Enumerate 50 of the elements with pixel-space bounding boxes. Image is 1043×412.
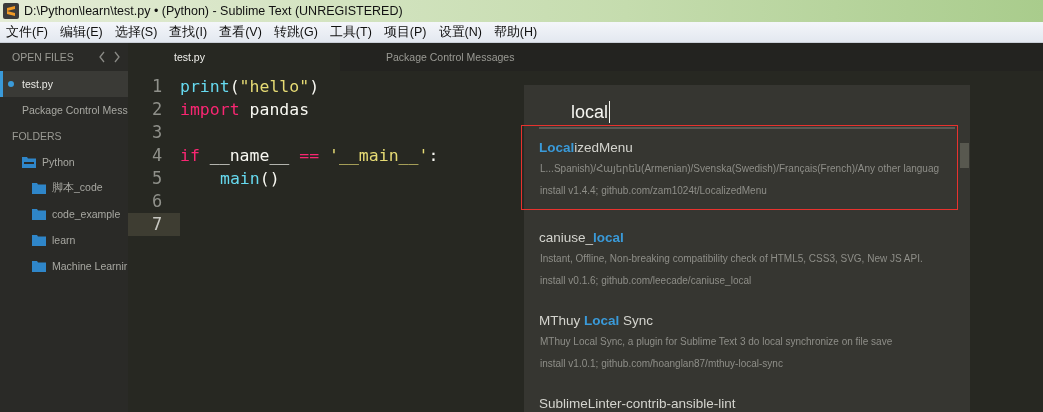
folder-item[interactable]: code_example	[52, 208, 121, 220]
section-heading: FOLDERS	[12, 130, 62, 142]
folder-item[interactable]: Machine Learnir	[52, 260, 128, 272]
menu-item[interactable]: 编辑(E)	[53, 23, 109, 41]
code-line: main()	[220, 169, 280, 188]
app-logo-icon	[3, 3, 19, 19]
folder-icon	[32, 260, 46, 272]
line-number: 7	[128, 213, 180, 236]
menu-item[interactable]: 查看(V)	[213, 23, 268, 41]
menu-item[interactable]: 工具(T)	[323, 23, 378, 41]
folder-icon	[32, 208, 46, 220]
menu-item[interactable]: 帮助(H)	[487, 23, 544, 41]
line-number: 6	[151, 190, 164, 213]
package-name[interactable]: MThuy Local Sync	[539, 313, 654, 328]
line-number: 4	[151, 144, 164, 167]
folder-item[interactable]: Python	[42, 156, 75, 168]
menu-item[interactable]: 转跳(G)	[267, 23, 324, 41]
code-line: print("hello")	[180, 77, 320, 96]
folder-icon	[32, 182, 46, 194]
package-install-info: install v1.4.4; github.com/zam1024t/LocalizedMenu	[539, 184, 767, 198]
line-number: 3	[151, 121, 164, 144]
code-line: import pandas	[180, 100, 310, 119]
folder-item[interactable]: learn	[52, 234, 76, 246]
menu-item[interactable]: 查找(I)	[163, 23, 214, 41]
menu-item[interactable]: 选择(S)	[108, 23, 164, 41]
tab[interactable]: Package Control Messages	[340, 43, 520, 71]
menu-item[interactable]: 文件(F)	[0, 23, 54, 41]
window-title: D:\Python\learn\test.py • (Python) - Sublime Text (UNREGISTERED)	[24, 4, 403, 18]
folder-item[interactable]: 脚本_code	[52, 181, 103, 195]
open-file-item[interactable]: test.py	[0, 71, 128, 97]
line-number: 1	[151, 75, 164, 98]
open-file-item[interactable]: Package Control Mess	[0, 97, 128, 123]
code-line: if __name__ == '__main__':	[180, 146, 439, 165]
scrollbar-thumb[interactable]	[960, 143, 969, 168]
package-description: MThuy Local Sync, a plugin for Sublime Text 3 do local synchronize on file save	[539, 335, 893, 349]
package-name[interactable]: caniuse_local	[539, 230, 624, 245]
package-description: L...Spanish)/Հայերեն(Armenian)/Svenska(Swedish)/Français(French)/Any other languag	[539, 162, 939, 176]
line-number: 5	[151, 167, 164, 190]
package-name[interactable]: SublimeLinter-contrib-ansible-lint	[539, 396, 736, 411]
section-heading: OPEN FILES	[12, 51, 75, 63]
package-description: Instant, Offline, Non-breaking compatibility check of HTML5, CSS3, SVG, New JS API.	[539, 252, 923, 266]
menu-item[interactable]: 项目(P)	[377, 23, 433, 41]
package-install-info: install v1.0.1; github.com/hoanglan87/mthuy-local-sync	[539, 357, 783, 371]
package-name[interactable]: LocalizedMenu	[539, 140, 633, 155]
menu-item[interactable]: 设置(N)	[432, 23, 488, 41]
tab[interactable]: test.py	[128, 43, 340, 71]
package-install-info: install v0.1.6; github.com/leecade/caniuse_local	[539, 274, 752, 288]
search-field[interactable]: local	[539, 97, 955, 129]
folder-icon	[32, 234, 46, 246]
line-number: 2	[151, 98, 164, 121]
